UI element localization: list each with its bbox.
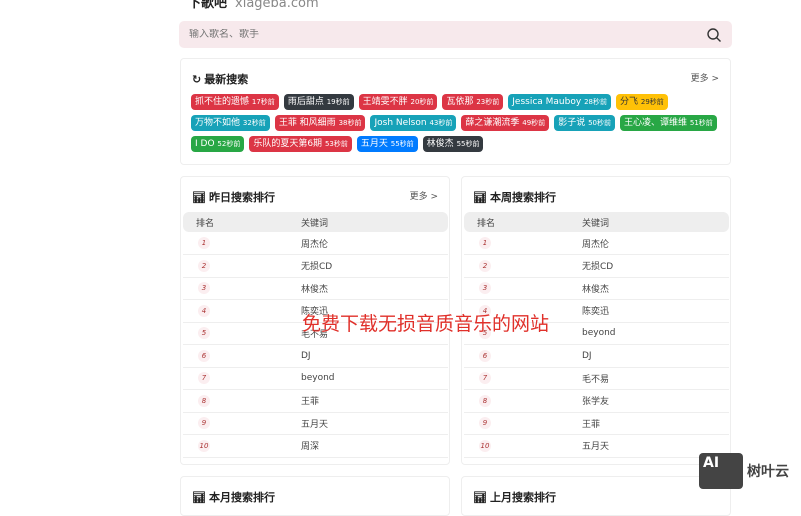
keyword-link[interactable]: 周杰伦 — [301, 232, 448, 255]
search-tag[interactable]: 林俊杰 55秒前 — [422, 136, 484, 152]
chart-icon: 📊︎ — [473, 490, 487, 504]
table-row[interactable]: 3 林俊杰 — [464, 277, 729, 300]
card-title: 最新搜索 — [204, 73, 249, 86]
keyword-link[interactable]: 王菲 — [301, 389, 448, 413]
table-row[interactable]: 9 王菲 — [464, 412, 729, 435]
card-title: 昨日搜索排行 — [208, 191, 275, 204]
table-row[interactable]: 6 DJ — [464, 344, 729, 368]
more-link[interactable]: 更多 > — [691, 71, 719, 84]
keyword-link[interactable]: 无损CD — [582, 254, 729, 278]
search-tag[interactable]: 抓不住的遗憾 17秒前 — [191, 94, 279, 110]
rank: 1 — [183, 232, 301, 255]
latest-search-card: ↻ 最新搜索 更多 > 抓不住的遗憾 17秒前 雨后甜点 19秒前 王靖雯不胖 20秒… — [180, 58, 731, 165]
table-row[interactable]: 6 DJ — [183, 344, 448, 368]
table-row[interactable]: 8 王菲 — [183, 389, 448, 413]
table-row[interactable]: 1 周杰伦 — [464, 232, 729, 255]
keyword-link[interactable]: 林俊杰 — [582, 277, 729, 300]
keyword-link[interactable]: 周杰伦 — [582, 232, 729, 255]
rank: 3 — [183, 277, 301, 300]
rank: 3 — [464, 277, 582, 300]
search-tag[interactable]: 影子说 50秒前 — [554, 115, 615, 131]
keyword-link[interactable]: 周深 — [301, 434, 448, 458]
search-tag[interactable]: 万物不如他 32秒前 — [191, 115, 270, 131]
rank: 7 — [183, 367, 301, 390]
col-rank: 排名 — [183, 212, 301, 232]
watermark-text: 树叶云 — [747, 464, 789, 480]
table-row[interactable]: 1 周杰伦 — [183, 232, 448, 255]
month-ranking-card: 📊︎ 本月搜索排行 — [180, 476, 450, 516]
table-row[interactable]: 10 五月天 — [464, 434, 729, 458]
search-bar — [179, 21, 732, 48]
search-tag[interactable]: 乐队的夏天第6期 53秒前 — [249, 136, 352, 152]
rank: 7 — [464, 367, 582, 390]
card-title: 上月搜索排行 — [489, 491, 556, 504]
rank: 6 — [464, 344, 582, 368]
table-row[interactable]: 7 beyond — [183, 367, 448, 390]
history-icon: ↻ — [192, 72, 202, 86]
rank: 6 — [183, 344, 301, 368]
rank: 10 — [183, 434, 301, 458]
search-tag[interactable]: Josh Nelson 43秒前 — [370, 115, 457, 131]
watermark: AI 树叶云 — [699, 453, 789, 489]
card-title: 本周搜索排行 — [489, 191, 556, 204]
search-tag[interactable]: I DO 52秒前 — [191, 136, 245, 152]
keyword-link[interactable]: 毛不易 — [582, 367, 729, 390]
table-row[interactable]: 2 无损CD — [183, 254, 448, 278]
table-row[interactable]: 2 无损CD — [464, 254, 729, 278]
keyword-link[interactable]: DJ — [301, 344, 448, 368]
col-keyword: 关键词 — [582, 212, 729, 232]
overlay-caption: 免费下载无损音质音乐的网站 — [301, 313, 549, 335]
keyword-link[interactable]: 王菲 — [582, 412, 729, 435]
more-link[interactable]: 更多 > — [410, 189, 438, 202]
table-row[interactable]: 8 张学友 — [464, 389, 729, 413]
search-tag[interactable]: 瓦依那 23秒前 — [442, 94, 504, 110]
search-tag[interactable]: 王靖雯不胖 20秒前 — [358, 94, 438, 110]
keyword-link[interactable]: 五月天 — [301, 412, 448, 435]
chart-icon: 📊︎ — [192, 190, 206, 204]
chart-icon: 📊︎ — [192, 490, 206, 504]
search-icon[interactable] — [706, 27, 722, 43]
search-input[interactable] — [189, 29, 706, 40]
rank: 1 — [464, 232, 582, 255]
keyword-link[interactable]: 张学友 — [582, 389, 729, 413]
card-title: 本月搜索排行 — [208, 491, 275, 504]
rank: 9 — [464, 412, 582, 435]
site-logo[interactable]: 下歌吧 xiageba.com — [188, 0, 319, 11]
keyword-link[interactable]: beyond — [301, 367, 448, 390]
table-row[interactable]: 3 林俊杰 — [183, 277, 448, 300]
keyword-link[interactable]: 林俊杰 — [301, 277, 448, 300]
search-tag[interactable]: 五月天 55秒前 — [356, 136, 418, 152]
col-rank: 排名 — [464, 212, 582, 232]
rank: 10 — [464, 434, 582, 458]
rank: 8 — [464, 389, 582, 413]
rank: 9 — [183, 412, 301, 435]
search-tag[interactable]: 薛之谦潮流季 49秒前 — [461, 115, 550, 131]
search-tag[interactable]: 王菲 和风细雨 38秒前 — [274, 115, 366, 131]
rank: 2 — [183, 254, 301, 278]
keyword-link[interactable]: DJ — [582, 344, 729, 368]
keyword-link[interactable]: 无损CD — [301, 254, 448, 278]
table-row[interactable]: 9 五月天 — [183, 412, 448, 435]
search-tag[interactable]: Jessica Mauboy 28秒前 — [508, 94, 611, 110]
rank: 8 — [183, 389, 301, 413]
search-tag[interactable]: 分飞 29秒前 — [615, 94, 668, 110]
col-keyword: 关键词 — [301, 212, 448, 232]
watermark-logo-icon: AI — [699, 453, 743, 489]
rank: 2 — [464, 254, 582, 278]
table-row[interactable]: 10 周深 — [183, 434, 448, 458]
lastmonth-ranking-card: 📊︎ 上月搜索排行 — [461, 476, 731, 516]
search-tag[interactable]: 雨后甜点 19秒前 — [283, 94, 354, 110]
chart-icon: 📊︎ — [473, 190, 487, 204]
table-row[interactable]: 7 毛不易 — [464, 367, 729, 390]
search-tag[interactable]: 王心凌、谭维维 51秒前 — [620, 115, 717, 131]
